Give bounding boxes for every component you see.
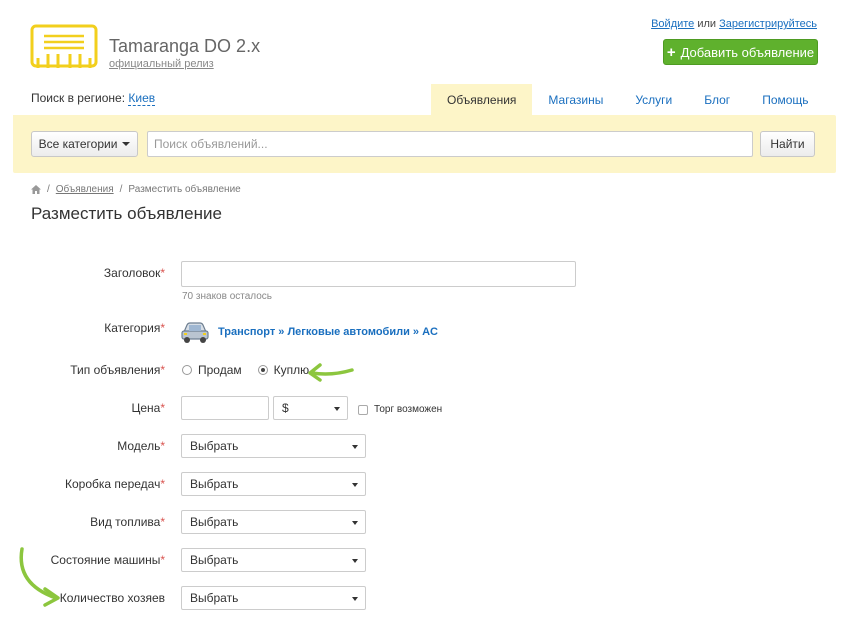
tab-listings[interactable]: Объявления bbox=[431, 84, 533, 115]
breadcrumb: / Объявления / Разместить объявление bbox=[31, 184, 241, 195]
caret-down-icon bbox=[352, 597, 358, 601]
caret-down-icon bbox=[334, 407, 340, 411]
model-label: Модель* bbox=[117, 439, 165, 453]
tab-services[interactable]: Услуги bbox=[619, 84, 688, 115]
brand-title: Tamaranga DO 2.x bbox=[109, 36, 261, 56]
arrow-annotation-icon bbox=[19, 547, 60, 607]
breadcrumb-link[interactable]: Объявления bbox=[56, 184, 114, 195]
bargain-checkbox[interactable] bbox=[358, 405, 368, 415]
search-bar: Все категории Найти bbox=[13, 115, 836, 173]
brand-subtitle[interactable]: официальный релиз bbox=[109, 58, 214, 70]
login-link[interactable]: Войдите bbox=[651, 18, 694, 30]
fuel-select[interactable]: Выбрать bbox=[181, 510, 366, 534]
owners-select[interactable]: Выбрать bbox=[181, 586, 366, 610]
region-label: Поиск в регионе: bbox=[31, 91, 126, 105]
auth-links: Войдите или Зарегистрируйтесь bbox=[651, 18, 817, 30]
caret-down-icon bbox=[352, 483, 358, 487]
category-link[interactable]: Транспорт » Легковые автомобили » AC bbox=[218, 326, 438, 338]
fuel-label: Вид топлива* bbox=[90, 515, 165, 529]
gearbox-label: Коробка передач* bbox=[65, 477, 165, 491]
search-input[interactable] bbox=[147, 131, 753, 157]
region-selector: Поиск в регионе: Киев bbox=[31, 91, 156, 106]
price-label: Цена* bbox=[131, 401, 165, 415]
radio-buy[interactable] bbox=[257, 365, 268, 375]
find-button[interactable]: Найти bbox=[760, 131, 815, 157]
price-input[interactable] bbox=[181, 396, 269, 420]
caret-down-icon bbox=[352, 559, 358, 563]
add-listing-label: Добавить объявление bbox=[680, 44, 815, 60]
currency-select[interactable]: $ bbox=[273, 396, 348, 420]
car-icon bbox=[181, 322, 209, 343]
bargain-label: Торг возможен bbox=[374, 404, 443, 415]
category-dropdown-button[interactable]: Все категории bbox=[31, 131, 138, 157]
radio-sell-label: Продам bbox=[198, 363, 242, 377]
model-select[interactable]: Выбрать bbox=[181, 434, 366, 458]
title-input[interactable] bbox=[181, 261, 576, 287]
page-title: Разместить объявление bbox=[31, 204, 222, 223]
condition-label: Состояние машины* bbox=[50, 553, 165, 567]
gearbox-select[interactable]: Выбрать bbox=[181, 472, 366, 496]
breadcrumb-current: Разместить объявление bbox=[128, 184, 241, 195]
arrow-annotation-icon bbox=[308, 363, 354, 382]
radio-sell[interactable] bbox=[182, 365, 192, 375]
tab-help[interactable]: Помощь bbox=[746, 84, 824, 115]
region-link[interactable]: Киев bbox=[128, 91, 156, 106]
type-label: Тип объявления* bbox=[70, 363, 165, 377]
title-hint: 70 знаков осталось bbox=[182, 291, 273, 302]
caret-down-icon bbox=[352, 521, 358, 525]
title-label: Заголовок* bbox=[103, 266, 165, 280]
auth-or-text: или bbox=[697, 18, 717, 30]
caret-down-icon bbox=[122, 142, 131, 146]
caret-down-icon bbox=[352, 445, 358, 449]
category-label: Категория* bbox=[104, 321, 165, 335]
category-value: Транспорт » Легковые автомобили » AC bbox=[180, 320, 438, 344]
plus-icon: + bbox=[666, 43, 676, 61]
main-nav: Объявления Магазины Услуги Блог Помощь bbox=[431, 84, 825, 115]
tab-shops[interactable]: Магазины bbox=[532, 84, 619, 115]
logo-icon[interactable] bbox=[30, 22, 98, 72]
condition-select[interactable]: Выбрать bbox=[181, 548, 366, 572]
add-listing-button[interactable]: + Добавить объявление bbox=[663, 39, 818, 65]
type-radio-group: Продам Куплю bbox=[182, 363, 309, 377]
register-link[interactable]: Зарегистрируйтесь bbox=[719, 18, 817, 30]
tab-blog[interactable]: Блог bbox=[688, 84, 746, 115]
owners-label: Количество хозяев bbox=[59, 591, 165, 605]
category-dropdown-label: Все категории bbox=[38, 137, 118, 151]
home-icon[interactable] bbox=[31, 185, 41, 194]
